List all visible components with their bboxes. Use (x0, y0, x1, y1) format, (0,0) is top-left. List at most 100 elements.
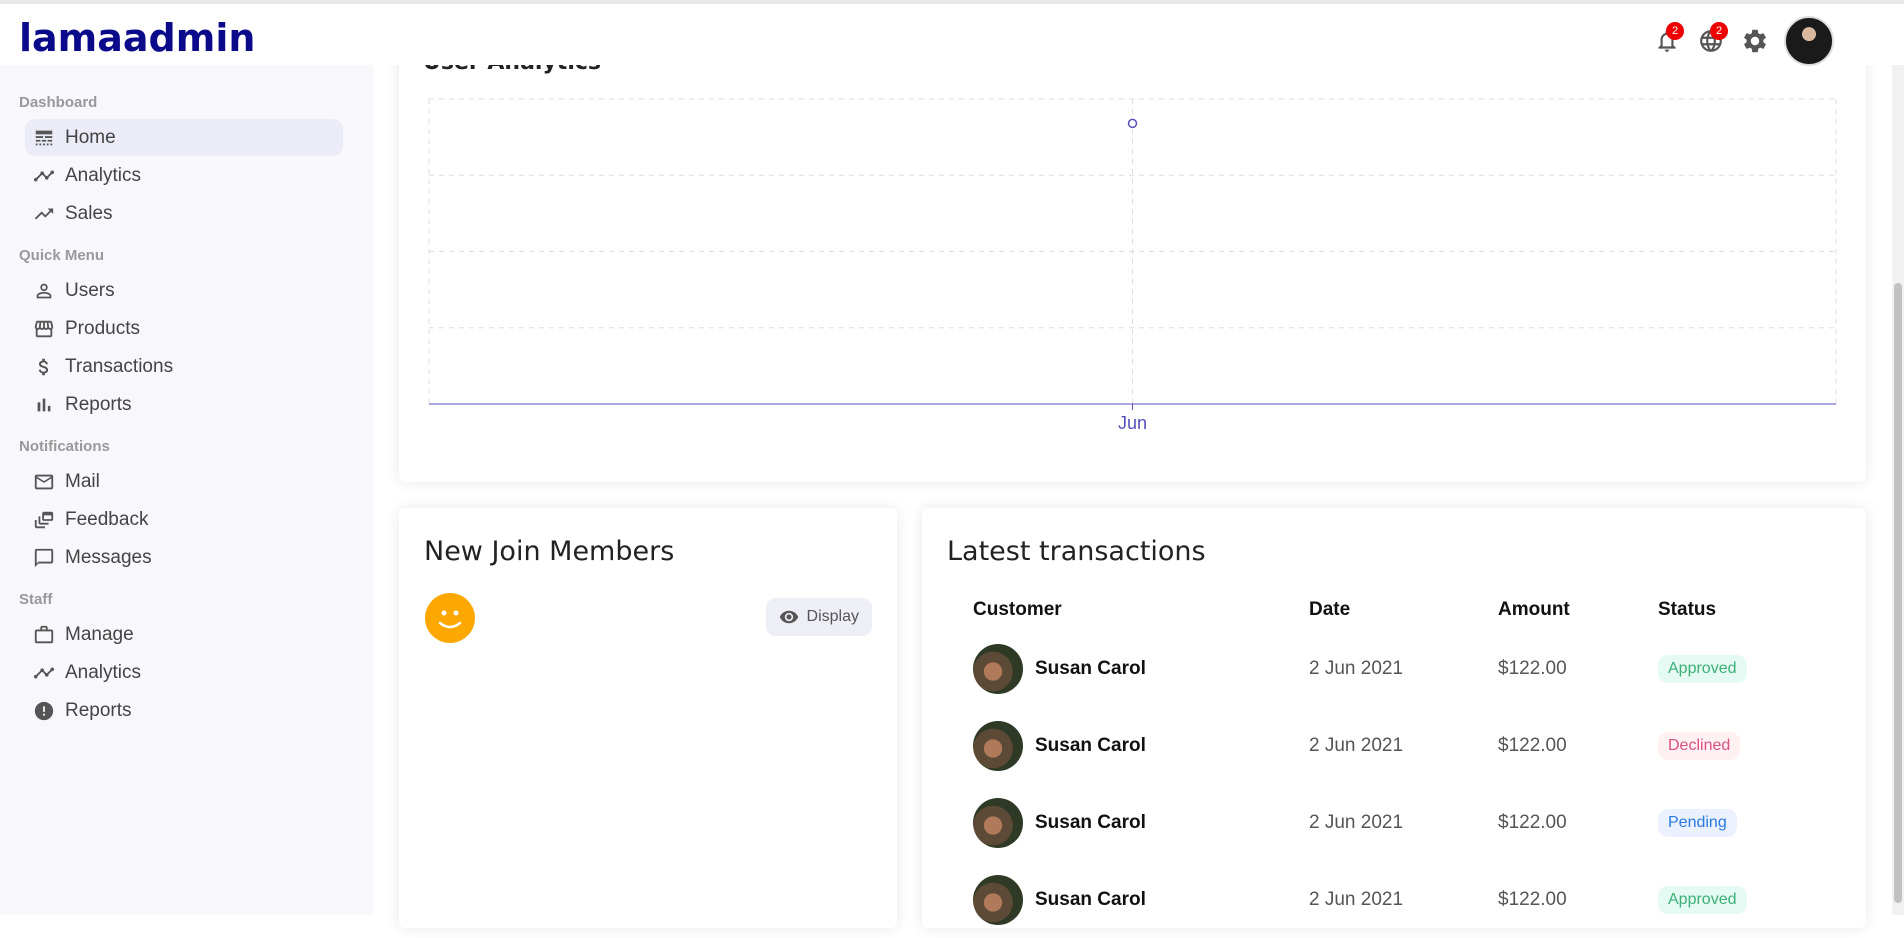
customer-name: Susan Carol (1035, 811, 1146, 833)
bar-chart-icon (37, 398, 51, 411)
sidebar-item-label: Reports (65, 393, 132, 415)
sidebar-item-label: Users (65, 279, 115, 301)
display-button[interactable]: Display (765, 598, 872, 636)
sidebar-item-label: Analytics (65, 661, 142, 683)
sidebar-item-label: Manage (65, 623, 134, 645)
x-tick-label: Jun (1118, 413, 1147, 433)
amount-cell: $122.00 (1498, 811, 1567, 833)
customer-cell: Susan Carol (973, 720, 1309, 771)
customer-cell: Susan Carol (973, 643, 1309, 694)
sidebar-item-reports[interactable]: Reports (25, 386, 343, 423)
sidebar-item-transactions[interactable]: Transactions (25, 348, 343, 385)
customer-cell: Susan Carol (973, 797, 1309, 848)
amount-cell: $122.00 (1498, 888, 1567, 910)
mail-outline-icon (34, 474, 54, 489)
sidebar-item-users[interactable]: Users (25, 272, 343, 309)
sidebar-item-label: Sales (65, 202, 113, 224)
dollar-icon (38, 358, 49, 375)
sidebar-item-analytics[interactable]: Analytics (25, 654, 343, 691)
member-list-item: Display (424, 592, 872, 644)
scrollbar[interactable] (1892, 65, 1904, 915)
timeline-icon (33, 667, 55, 678)
header-customer: Customer (973, 599, 1062, 620)
status-badge[interactable]: Pending (1658, 808, 1737, 837)
member-avatar-smiley-icon (425, 593, 475, 643)
date-cell: 2 Jun 2021 (1309, 734, 1404, 756)
sidebar-item-mail[interactable]: Mail (25, 463, 343, 500)
settings-button[interactable] (1740, 26, 1770, 56)
work-outline-icon (34, 625, 54, 643)
notifications-button[interactable]: 2 (1652, 22, 1684, 56)
line-style-icon (35, 130, 53, 145)
table-row: Susan Carol 2 Jun 2021 $122.00 Pending (973, 784, 1803, 861)
person-outline-icon (36, 283, 52, 298)
sidebar: Dashboard Home Analytics Sales Quick Men… (0, 65, 373, 915)
sidebar-section-title: Staff (19, 591, 53, 608)
new-join-members-card: New Join Members Display (399, 508, 897, 928)
customer-avatar (973, 720, 1023, 771)
sidebar-section-title: Dashboard (19, 94, 98, 111)
scrollbar-thumb[interactable] (1894, 283, 1902, 903)
analytics-chart: Jun (428, 98, 1837, 433)
top-bar: lamaadmin 2 2 (0, 0, 1904, 66)
table-header-row: Customer Date Amount Status (973, 590, 1803, 630)
notifications-badge: 2 (1666, 22, 1684, 40)
dynamic-feed-icon (34, 511, 54, 528)
data-point (1127, 118, 1138, 129)
transactions-table: Customer Date Amount Status Susan Carol … (973, 590, 1803, 938)
trending-up-icon (34, 208, 54, 219)
sidebar-item-reports[interactable]: Reports (25, 692, 343, 729)
sidebar-item-label: Home (65, 126, 116, 148)
sidebar-section-title: Notifications (19, 438, 110, 455)
report-icon (34, 701, 54, 720)
members-title: New Join Members (424, 536, 675, 567)
app-logo[interactable]: lamaadmin (19, 16, 255, 60)
table-row: Susan Carol 2 Jun 2021 $122.00 Declined (973, 707, 1803, 784)
sidebar-item-sales[interactable]: Sales (25, 195, 343, 232)
status-badge[interactable]: Declined (1658, 731, 1741, 760)
language-badge: 2 (1710, 22, 1728, 40)
sidebar-item-home[interactable]: Home (25, 119, 343, 156)
date-cell: 2 Jun 2021 (1309, 811, 1404, 833)
status-badge[interactable]: Approved (1658, 885, 1747, 914)
customer-name: Susan Carol (1035, 734, 1146, 756)
sidebar-item-label: Messages (65, 546, 152, 568)
date-cell: 2 Jun 2021 (1309, 657, 1404, 679)
date-cell: 2 Jun 2021 (1309, 888, 1404, 910)
customer-cell: Susan Carol (973, 874, 1309, 925)
sidebar-item-manage[interactable]: Manage (25, 616, 343, 653)
language-button[interactable]: 2 (1696, 22, 1728, 56)
sidebar-item-messages[interactable]: Messages (25, 539, 343, 576)
sidebar-item-label: Transactions (65, 355, 174, 377)
amount-cell: $122.00 (1498, 734, 1567, 756)
top-bar-icons: 2 2 (1652, 16, 1834, 66)
table-row: Susan Carol 2 Jun 2021 $122.00 Approved (973, 630, 1803, 707)
header-date: Date (1309, 599, 1351, 620)
latest-transactions-card: Latest transactions Customer Date Amount… (922, 508, 1866, 928)
customer-avatar (973, 874, 1023, 925)
sidebar-item-label: Mail (65, 470, 100, 492)
sidebar-item-label: Analytics (65, 164, 142, 186)
timeline-icon (33, 170, 55, 181)
sidebar-item-products[interactable]: Products (25, 310, 343, 347)
gear-icon (1744, 29, 1766, 53)
chat-bubble-outline-icon (34, 548, 54, 567)
header-status: Status (1658, 599, 1717, 620)
sidebar-item-feedback[interactable]: Feedback (25, 501, 343, 538)
sidebar-item-label: Products (65, 317, 140, 339)
display-label: Display (806, 608, 859, 625)
amount-cell: $122.00 (1498, 657, 1567, 679)
header-amount: Amount (1498, 599, 1570, 620)
eye-icon (779, 610, 798, 624)
storefront-icon (34, 320, 54, 337)
customer-avatar (973, 797, 1023, 848)
transactions-title: Latest transactions (947, 536, 1206, 567)
customer-name: Susan Carol (1035, 888, 1146, 910)
sidebar-item-analytics[interactable]: Analytics (25, 157, 343, 194)
sidebar-section-title: Quick Menu (19, 247, 105, 264)
customer-name: Susan Carol (1035, 657, 1146, 679)
sidebar-item-label: Feedback (65, 508, 149, 530)
sidebar-item-label: Reports (65, 699, 132, 721)
status-badge[interactable]: Approved (1658, 654, 1747, 683)
user-avatar[interactable] (1784, 16, 1834, 66)
